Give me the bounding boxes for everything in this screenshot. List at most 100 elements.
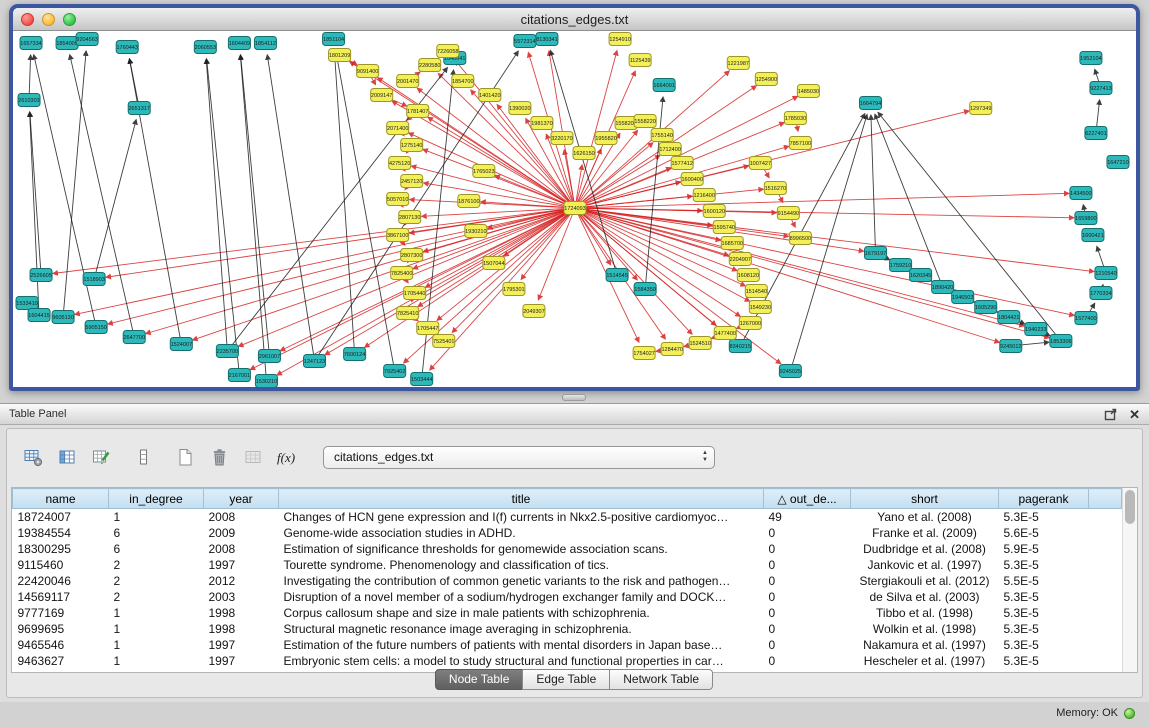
graph-node[interactable]: 1755140 [651, 129, 673, 142]
citation-edge-black[interactable] [241, 55, 270, 356]
graph-node[interactable]: 1854700 [452, 75, 474, 88]
split-handle[interactable] [562, 394, 586, 401]
citation-edge-black[interactable] [30, 112, 39, 315]
close-panel-icon[interactable]: ✕ [1129, 408, 1140, 421]
citation-edge-black[interactable] [878, 112, 1061, 341]
delete-column-icon[interactable] [205, 443, 233, 471]
column-header[interactable]: pagerank [999, 489, 1089, 509]
graph-node[interactable]: 1577400 [1075, 312, 1097, 325]
table-row[interactable]: 1456911722003Disruption of a novel membe… [13, 589, 1122, 605]
graph-node[interactable]: 9091400 [357, 65, 379, 78]
tab-network-table[interactable]: Network Table [609, 669, 713, 690]
graph-node[interactable]: 2807300 [401, 249, 423, 262]
graph-node[interactable]: 1584350 [634, 283, 656, 296]
graph-node[interactable]: 1600421 [1082, 229, 1104, 242]
graph-node[interactable]: 8340215 [729, 340, 751, 353]
graph-node[interactable]: 1507044 [483, 257, 505, 270]
graph-node[interactable]: 1503444 [411, 373, 433, 386]
graph-node[interactable]: 7600124 [344, 348, 366, 361]
graph-node[interactable]: 1605290 [975, 301, 997, 314]
close-button[interactable] [21, 13, 34, 26]
citation-edge-red[interactable] [575, 208, 1024, 326]
graph-node[interactable]: 1210540 [1095, 267, 1117, 280]
graph-node[interactable]: 1604415 [28, 309, 50, 322]
table-source-combobox[interactable]: citations_edges.txt ▲▼ [323, 446, 715, 469]
graph-node[interactable]: 1795301 [503, 283, 525, 296]
graph-node[interactable]: 1608120 [737, 269, 759, 282]
graph-node[interactable]: 1930210 [465, 225, 487, 238]
graph-node[interactable]: 1477400 [714, 327, 736, 340]
graph-node[interactable]: 1275140 [401, 139, 423, 152]
graph-node[interactable]: 1558220 [634, 115, 656, 128]
graph-node[interactable]: 2060553 [194, 41, 216, 54]
graph-node[interactable]: 7525401 [433, 335, 455, 348]
graph-node[interactable]: 2610303 [18, 94, 40, 107]
graph-node[interactable]: 1724093 [564, 202, 586, 215]
graph-node[interactable]: 9605130 [52, 311, 74, 324]
graph-node[interactable]: 1600120 [703, 205, 725, 218]
column-header[interactable]: name [13, 489, 109, 509]
graph-node[interactable]: 2001470 [397, 75, 419, 88]
show-columns-icon[interactable] [53, 443, 81, 471]
citation-edge-black[interactable] [130, 59, 140, 108]
table-row[interactable]: 1830029562008Estimation of significance … [13, 541, 1122, 557]
graph-node[interactable]: 1254910 [609, 33, 631, 46]
table-row[interactable]: 946554611997Estimation of the future num… [13, 637, 1122, 653]
graph-node[interactable]: 6227401 [1085, 127, 1107, 140]
minimize-button[interactable] [42, 13, 55, 26]
citation-edge-black[interactable] [34, 55, 96, 327]
graph-node[interactable]: 7925402 [384, 365, 406, 378]
graph-node[interactable]: 1514540 [745, 285, 767, 298]
graph-node[interactable]: 1765023 [473, 165, 495, 178]
graph-node[interactable]: 1007427 [749, 157, 771, 170]
graph-node[interactable]: 2049307 [523, 305, 545, 318]
graph-node[interactable]: 1514545 [606, 269, 628, 282]
graph-node[interactable]: 1390020 [509, 102, 531, 115]
citation-edge-red[interactable] [575, 155, 660, 208]
graph-node[interactable]: 9245012 [1000, 340, 1022, 353]
table-row[interactable]: 2242004622012Investigating the contribut… [13, 573, 1122, 589]
graph-node[interactable]: 1759210 [890, 259, 912, 272]
graph-node[interactable]: 1530210 [255, 375, 277, 388]
table-row[interactable]: 1872400712008Changes of HCN gene express… [13, 509, 1122, 525]
citation-edge-black[interactable] [550, 51, 617, 275]
citation-edge-black[interactable] [207, 59, 240, 375]
column-header[interactable]: short [851, 489, 999, 509]
graph-node[interactable]: 1876100 [458, 195, 480, 208]
graph-node[interactable]: 9154490 [777, 207, 799, 220]
graph-node[interactable]: 1577412 [671, 157, 693, 170]
graph-node[interactable]: 1626150 [573, 147, 595, 160]
graph-node[interactable]: 3220170 [551, 132, 573, 145]
graph-node[interactable]: 1679197 [865, 247, 887, 260]
graph-node[interactable]: 1604409 [228, 37, 250, 50]
citation-edge-black[interactable] [206, 59, 227, 351]
graph-node[interactable]: 7825410 [397, 307, 419, 320]
graph-node[interactable]: 7825400 [391, 267, 413, 280]
citation-edge-red[interactable] [428, 117, 575, 208]
citation-edge-red[interactable] [575, 208, 1049, 338]
graph-node[interactable]: 1620345 [910, 269, 932, 282]
graph-node[interactable]: 1533410 [16, 297, 38, 310]
graph-node[interactable]: 1705447 [417, 322, 439, 335]
graph-node[interactable]: 1801209 [329, 49, 351, 62]
graph-node[interactable]: 2647700 [123, 331, 145, 344]
citation-edge-red[interactable] [538, 208, 575, 300]
graph-node[interactable]: 8130341 [536, 33, 558, 46]
graph-node[interactable]: 5572314 [514, 35, 536, 48]
graph-node[interactable]: 7226058 [437, 45, 459, 58]
graph-node[interactable]: 2526605 [30, 269, 52, 282]
table-scrollbar-thumb[interactable] [1125, 490, 1135, 524]
table-row[interactable]: 1938455462009Genome-wide association stu… [13, 525, 1122, 541]
graph-node[interactable]: 2071400 [387, 122, 409, 135]
graph-node[interactable]: 1754027 [633, 347, 655, 360]
graph-node[interactable]: 1955820 [595, 132, 617, 145]
graph-node[interactable]: 1254900 [755, 73, 777, 86]
table-mode-icon[interactable] [19, 443, 47, 471]
graph-node[interactable]: 1247123 [304, 355, 326, 368]
citation-edge-red[interactable] [575, 208, 1074, 315]
graph-node[interactable]: 1659800 [1075, 212, 1097, 225]
graph-node[interactable]: 1657334 [20, 37, 42, 50]
graph-node[interactable]: 1664794 [860, 97, 882, 110]
citation-edge-black[interactable] [267, 55, 314, 361]
graph-node[interactable]: 1221987 [727, 57, 749, 70]
